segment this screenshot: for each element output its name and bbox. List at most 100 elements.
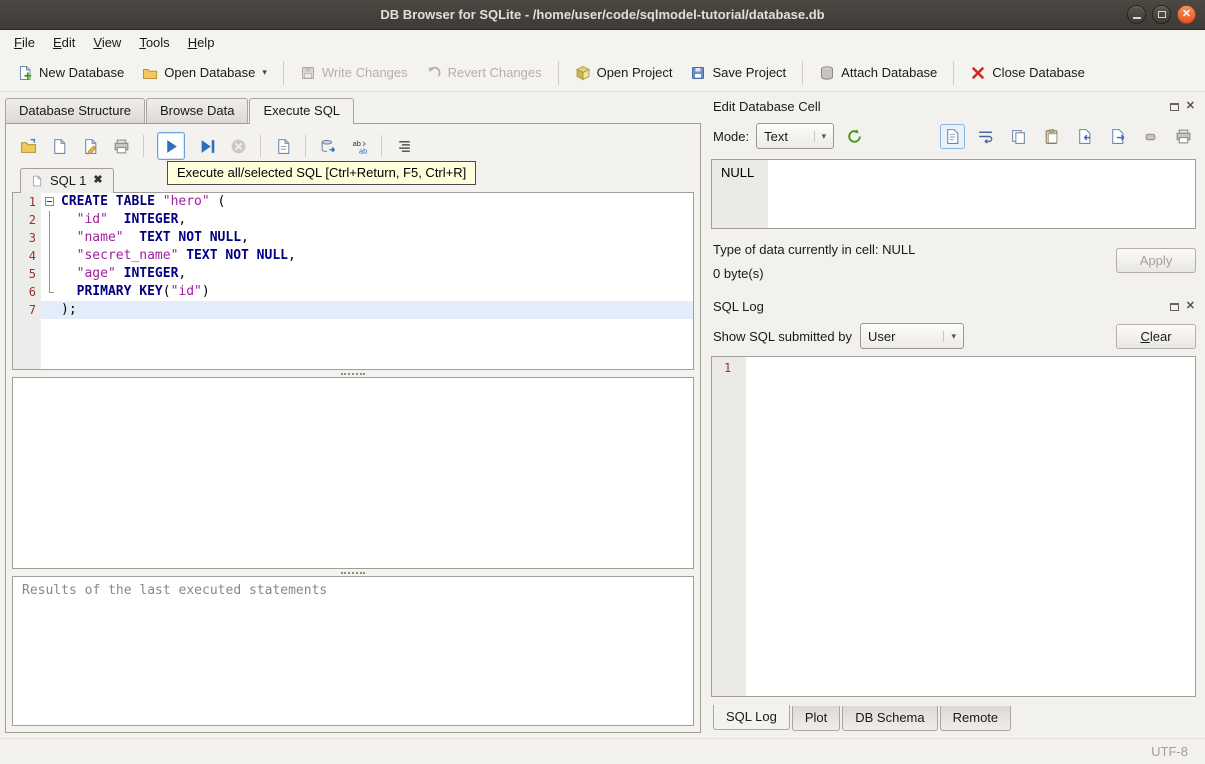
open-sql-file-button[interactable]	[14, 132, 42, 160]
menu-view[interactable]: View	[85, 32, 129, 53]
menu-help[interactable]: Help	[180, 32, 223, 53]
editor-line[interactable]: 4 "secret_name" TEXT NOT NULL,	[13, 247, 693, 265]
tab-plot[interactable]: Plot	[791, 706, 841, 731]
main-content: Database Structure Browse Data Execute S…	[0, 92, 1205, 738]
submitted-by-select[interactable]: User ▾	[859, 323, 964, 349]
save-results-button[interactable]	[269, 132, 297, 160]
tab-remote[interactable]: Remote	[939, 706, 1012, 731]
open-database-dropdown-icon[interactable]: ▾	[262, 67, 267, 78]
close-dock-icon[interactable]: ✕	[1186, 101, 1195, 112]
editor-line[interactable]: 2 "id" INTEGER,	[13, 211, 693, 229]
menu-file[interactable]: File	[6, 32, 43, 53]
text-document-icon	[947, 128, 959, 144]
fold-guide	[41, 265, 58, 283]
close-dock-icon[interactable]: ✕	[1186, 301, 1195, 312]
editor-line[interactable]: 1 CREATE TABLE "hero" (	[13, 193, 693, 211]
revert-changes-button[interactable]: Revert Changes	[417, 60, 551, 86]
sql-file-tab[interactable]: SQL 1 ✖	[20, 168, 114, 193]
line-number: 5	[13, 265, 41, 283]
export-cell-button[interactable]	[1105, 124, 1130, 149]
results-placeholder: Results of the last executed statements	[22, 583, 328, 598]
float-dock-icon[interactable]	[1169, 102, 1179, 111]
close-tab-icon[interactable]: ✖	[93, 175, 102, 186]
menu-edit[interactable]: Edit	[45, 32, 83, 53]
open-database-icon	[143, 68, 158, 79]
sql-editor[interactable]: 1 CREATE TABLE "hero" ( 2 "id" INTEGER, …	[12, 192, 694, 370]
tab-sql-log[interactable]: SQL Log	[713, 705, 790, 730]
cell-tools	[940, 123, 1196, 149]
results-message-area[interactable]: Results of the last executed statements	[12, 576, 694, 726]
editor-line[interactable]: 5 "age" INTEGER,	[13, 265, 693, 283]
close-database-button[interactable]: Close Database	[961, 60, 1094, 86]
word-wrap-button[interactable]	[973, 124, 998, 149]
splitter-handle[interactable]	[12, 370, 694, 377]
open-project-button[interactable]: Open Project	[566, 60, 682, 86]
format-sql-button[interactable]	[390, 132, 418, 160]
write-changes-button[interactable]: Write Changes	[291, 60, 417, 86]
save-sql-file-button[interactable]	[45, 132, 73, 160]
print-cell-button[interactable]	[1171, 124, 1196, 149]
line-number: 6	[13, 283, 41, 301]
text-view-button[interactable]	[940, 123, 965, 149]
stop-execution-button[interactable]	[224, 132, 252, 160]
find-replace-button[interactable]: ab ab	[345, 132, 373, 160]
maximize-button[interactable]	[1152, 5, 1171, 24]
sql-toolbar-separator	[260, 135, 261, 157]
code-line: CREATE TABLE "hero" (	[61, 194, 226, 209]
float-dock-icon[interactable]	[1169, 302, 1179, 311]
minimize-button[interactable]	[1127, 5, 1146, 24]
revert-changes-icon	[428, 66, 441, 77]
stop-execution-icon	[231, 139, 245, 153]
menu-tools[interactable]: Tools	[131, 32, 177, 53]
window-title: DB Browser for SQLite - /home/user/code/…	[380, 7, 825, 22]
line-number: 7	[13, 301, 41, 319]
editor-empty-area[interactable]	[13, 319, 693, 369]
code-line: "secret_name" TEXT NOT NULL,	[76, 248, 296, 263]
set-null-button[interactable]	[1138, 124, 1163, 149]
edit-cell-toolbar: Mode: Text ▾	[711, 117, 1196, 155]
print-sql-button[interactable]	[107, 132, 135, 160]
toolbar-separator	[953, 60, 955, 85]
maximize-icon	[1157, 11, 1166, 18]
new-database-button[interactable]: New Database	[8, 60, 133, 86]
apply-button[interactable]: Apply	[1116, 248, 1196, 273]
sql-file-icon	[33, 175, 42, 186]
fold-minus-icon	[45, 197, 54, 206]
save-project-button[interactable]: Save Project	[681, 60, 795, 86]
copy-cell-button[interactable]	[1006, 124, 1031, 149]
import-cell-button[interactable]	[1072, 124, 1097, 149]
tab-browse-data[interactable]: Browse Data	[146, 98, 249, 123]
sql-log-view[interactable]: 1	[711, 356, 1196, 697]
attach-database-button[interactable]: Attach Database	[810, 60, 946, 86]
editor-line-current[interactable]: 7 );	[13, 301, 693, 319]
paste-cell-button[interactable]	[1039, 124, 1064, 149]
sql-log-filter-label: Show SQL submitted by	[713, 328, 852, 344]
close-button[interactable]: ✕	[1177, 5, 1196, 24]
print-sql-icon	[114, 139, 128, 153]
editor-line[interactable]: 3 "name" TEXT NOT NULL,	[13, 229, 693, 247]
execute-current-line-button[interactable]	[193, 132, 221, 160]
code-line: );	[61, 302, 77, 317]
code-line: PRIMARY KEY("id")	[76, 284, 210, 299]
sql-toolbar-separator	[381, 135, 382, 157]
cell-editor[interactable]: NULL	[711, 159, 1196, 229]
save-sql-as-button[interactable]	[76, 132, 104, 160]
results-grid[interactable]	[12, 377, 694, 569]
edit-cell-title: Edit Database Cell	[713, 99, 821, 114]
auto-switch-mode-button[interactable]	[841, 123, 867, 149]
execute-all-button[interactable]	[157, 132, 185, 160]
mode-select[interactable]: Text ▾	[756, 123, 835, 149]
tab-db-schema[interactable]: DB Schema	[842, 706, 938, 731]
splitter-handle[interactable]	[12, 569, 694, 576]
fold-toggle[interactable]	[41, 193, 58, 211]
clear-log-button[interactable]: Clear	[1116, 323, 1196, 349]
tab-execute-sql[interactable]: Execute SQL	[249, 98, 355, 124]
set-null-icon	[1145, 133, 1156, 140]
open-database-button[interactable]: Open Database ▾	[133, 60, 276, 86]
tab-database-structure[interactable]: Database Structure	[5, 98, 146, 123]
export-results-button[interactable]	[314, 132, 342, 160]
new-database-icon	[20, 65, 32, 80]
editor-line[interactable]: 6 PRIMARY KEY("id")	[13, 283, 693, 301]
toolbar-separator	[282, 60, 284, 85]
export-results-icon	[321, 139, 335, 152]
